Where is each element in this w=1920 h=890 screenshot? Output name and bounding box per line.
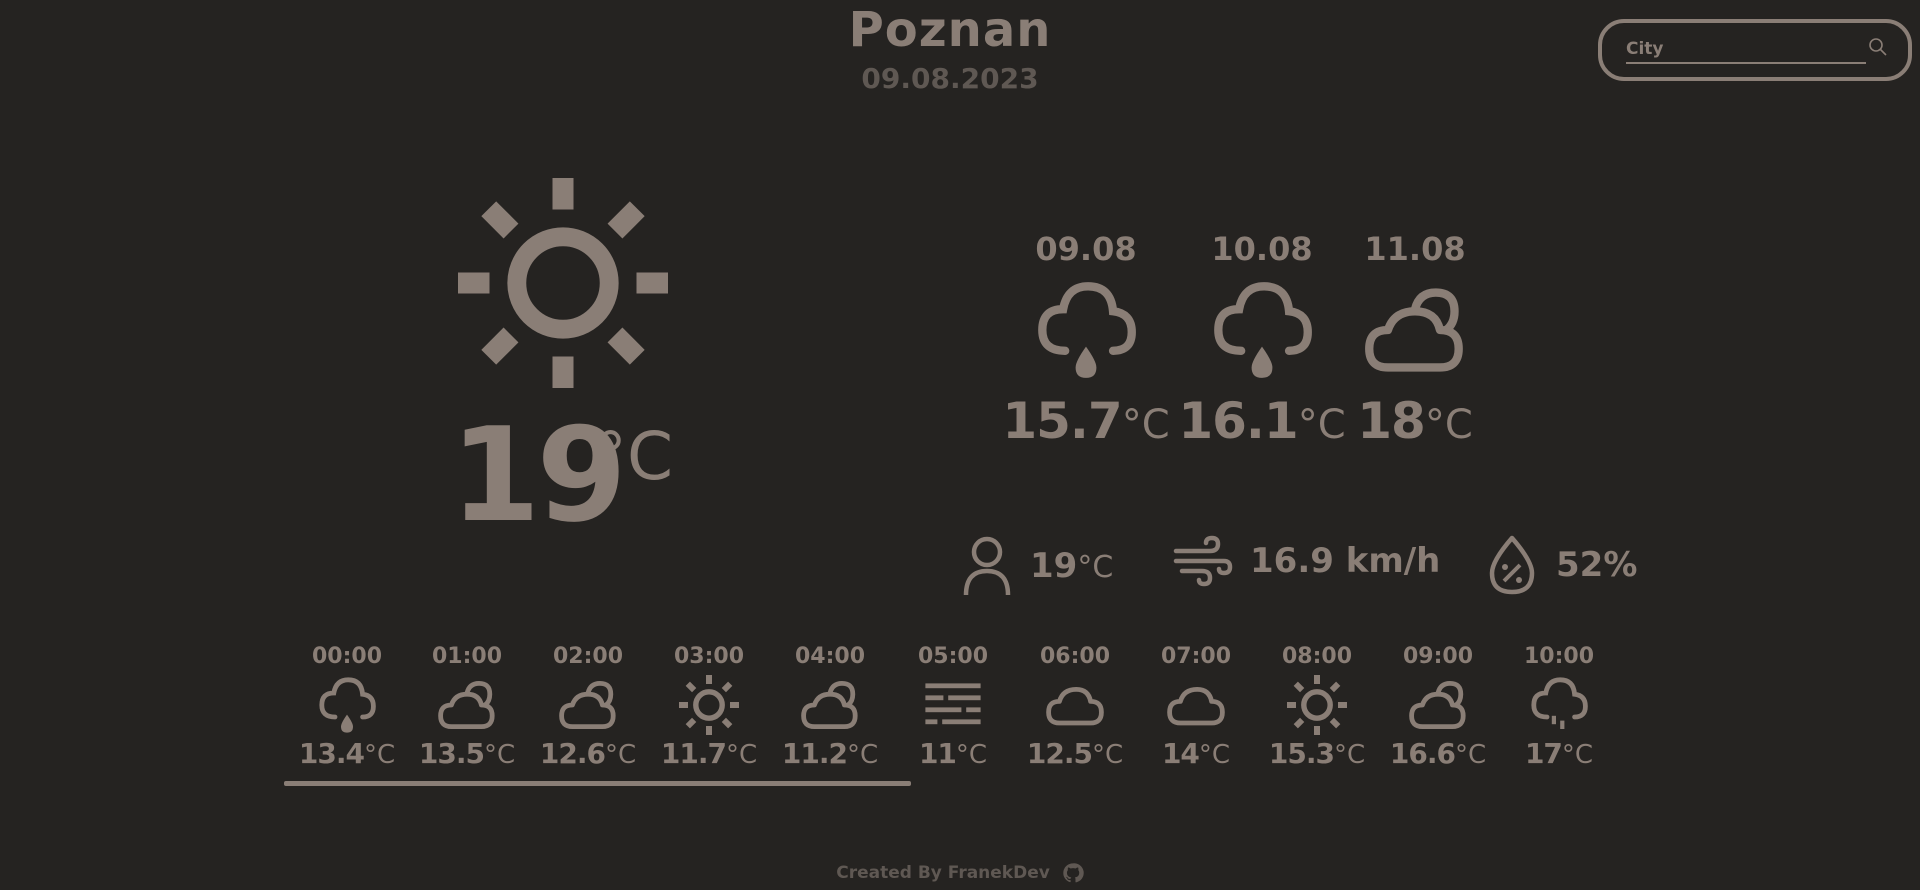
hour-time: 03:00 [673,644,745,669]
hour-temperature-unit: °C [1091,740,1124,770]
humidity-drop-icon [1489,535,1535,595]
partly-cloudy-icon [435,675,499,735]
daily-temperature: 18 [1357,392,1426,450]
daily-temperature: 16.1 [1178,392,1298,450]
daily-forecast-item: 11.08 18°C [1325,230,1505,450]
hour-temperature: 13.5 [418,737,485,770]
partly-cloudy-icon [798,675,862,735]
daily-date: 09.08 [1035,230,1137,268]
hour-time: 00:00 [311,644,383,669]
hourly-forecast-item: 10:00 17°C [1504,644,1614,770]
hour-time: 07:00 [1160,644,1232,669]
hourly-scrollbar[interactable] [284,781,911,786]
rain-cloud-icon [1034,278,1138,382]
fog-icon [921,675,985,735]
hour-temperature: 16.6 [1389,737,1456,770]
sun-icon [1285,675,1349,735]
hour-temperature: 14 [1161,737,1200,770]
hour-temperature-unit: °C [483,740,516,770]
feels-like-unit: °C [1077,550,1114,585]
hour-time: 01:00 [431,644,503,669]
hour-temperature: 11.2 [781,737,848,770]
hourly-forecast-item: 09:00 16.6°C [1383,644,1493,770]
daily-temperature: 15.7 [1002,392,1122,450]
wind-icon [1173,535,1233,587]
hour-temperature-unit: °C [1333,740,1366,770]
hour-time: 02:00 [552,644,624,669]
feels-like-value: 19 [1030,546,1078,586]
hourly-forecast-item: 03:00 11.7°C [654,644,764,770]
hour-temperature-unit: °C [725,740,758,770]
wind-speed-value: 16.9 km/h [1250,541,1441,581]
hour-temperature-unit: °C [1561,740,1594,770]
sun-icon [458,178,668,388]
hour-temperature-unit: °C [846,740,879,770]
hour-temperature-unit: °C [955,740,988,770]
city-search-box[interactable] [1598,19,1912,81]
daily-forecast-item: 09.08 15.7°C [996,230,1176,450]
hour-temperature: 11.7 [660,737,727,770]
hour-temperature-unit: °C [604,740,637,770]
hourly-forecast-item: 05:00 11°C [898,644,1008,770]
daily-date: 11.08 [1364,230,1466,268]
current-temperature-unit: °C [594,418,674,495]
city-search-input[interactable] [1626,36,1866,64]
hour-temperature: 17 [1524,737,1563,770]
hourly-forecast-item: 00:00 13.4°C [292,644,402,770]
hourly-forecast-item: 06:00 12.5°C [1020,644,1130,770]
hour-time: 05:00 [917,644,989,669]
hour-time: 04:00 [794,644,866,669]
humidity-value: 52% [1556,545,1638,585]
sun-icon [677,675,741,735]
person-icon [963,536,1011,596]
hour-time: 10:00 [1523,644,1595,669]
rain-cloud-icon [315,675,379,735]
cloud-icon [1043,675,1107,735]
github-icon[interactable] [1062,862,1084,884]
hour-temperature: 15.3 [1268,737,1335,770]
footer: Created By FranekDev [0,862,1920,884]
daily-temperature-unit: °C [1121,402,1170,448]
hour-time: 06:00 [1039,644,1111,669]
partly-cloudy-icon [1363,278,1467,382]
hour-time: 08:00 [1281,644,1353,669]
hour-temperature-unit: °C [1198,740,1231,770]
hourly-forecast-item: 02:00 12.6°C [533,644,643,770]
partly-cloudy-icon [1406,675,1470,735]
hour-temperature: 11 [918,737,957,770]
hour-temperature: 12.6 [539,737,606,770]
hour-time: 09:00 [1402,644,1474,669]
feels-like-stat: 19°C [962,535,1113,597]
rain-cloud-icon [1210,278,1314,382]
hourly-forecast-item: 07:00 14°C [1141,644,1251,770]
hourly-forecast-item: 08:00 15.3°C [1262,644,1372,770]
partly-cloudy-icon [556,675,620,735]
hourly-forecast-item: 04:00 11.2°C [775,644,885,770]
cloud-icon [1164,675,1228,735]
search-icon[interactable] [1868,37,1888,57]
daily-temperature-unit: °C [1424,402,1473,448]
hour-temperature: 12.5 [1026,737,1093,770]
footer-credit: Created By FranekDev [836,863,1050,883]
wind-stat: 16.9 km/h [1172,535,1440,587]
humidity-stat: 52% [1486,535,1637,595]
drizzle-cloud-icon [1527,675,1591,735]
hourly-forecast-item: 01:00 13.5°C [412,644,522,770]
hour-temperature: 13.4 [298,737,365,770]
hour-temperature-unit: °C [363,740,396,770]
hour-temperature-unit: °C [1454,740,1487,770]
